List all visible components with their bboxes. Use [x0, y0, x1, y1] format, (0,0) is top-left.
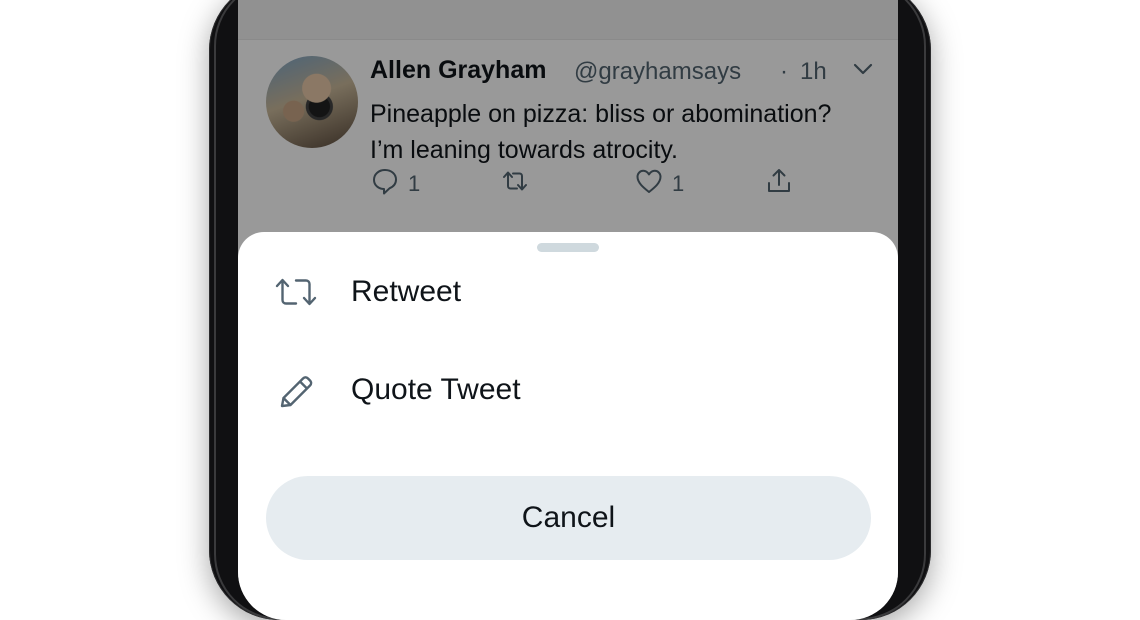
phone-screen: Allen Grayham @grayhamsays · 1h Pineappl…	[238, 0, 898, 620]
action-sheet: Retweet Quote Tweet Cancel	[238, 232, 898, 620]
cancel-button[interactable]: Cancel	[266, 476, 871, 560]
retweet-icon	[274, 270, 318, 314]
quote-tweet-option[interactable]: Quote Tweet	[238, 350, 898, 430]
pencil-icon	[274, 368, 318, 412]
retweet-label: Retweet	[351, 275, 462, 308]
retweet-option[interactable]: Retweet	[238, 252, 898, 332]
sheet-grabber[interactable]	[537, 243, 599, 252]
quote-tweet-label: Quote Tweet	[351, 373, 521, 406]
